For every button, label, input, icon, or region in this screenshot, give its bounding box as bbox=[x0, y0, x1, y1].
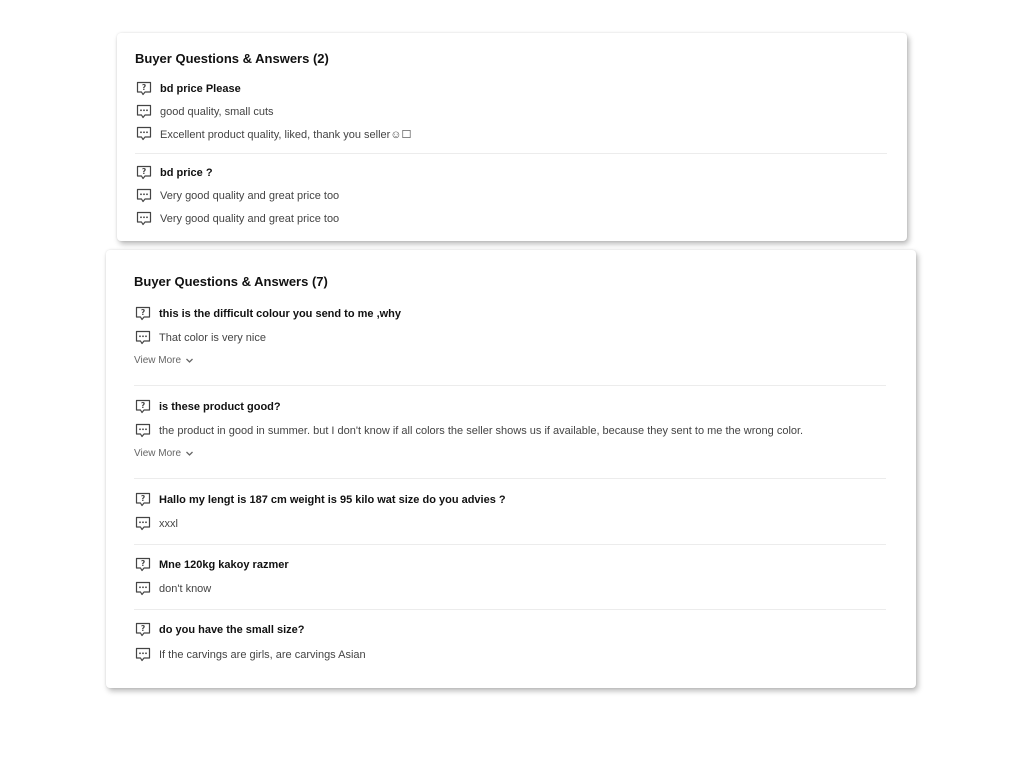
svg-text:?: ? bbox=[141, 401, 145, 410]
chevron-down-icon bbox=[185, 356, 194, 365]
answer-row: don't know bbox=[134, 581, 211, 597]
divider bbox=[135, 153, 887, 154]
question-row: ? this is the difficult colour you send … bbox=[134, 306, 401, 322]
svg-text:?: ? bbox=[141, 308, 145, 317]
question-text: bd price ? bbox=[160, 167, 213, 179]
view-more-label: View More bbox=[134, 448, 182, 459]
answer-text: If the carvings are girls, are carvings … bbox=[159, 649, 366, 661]
question-icon: ? bbox=[134, 622, 152, 638]
answer-icon bbox=[134, 647, 152, 663]
divider bbox=[134, 609, 886, 610]
answer-row: xxxl bbox=[134, 516, 178, 532]
question-icon: ? bbox=[134, 306, 152, 322]
answer-text: don't know bbox=[159, 583, 212, 595]
question-icon: ? bbox=[134, 492, 152, 508]
answer-row: Very good quality and great price too bbox=[135, 188, 339, 204]
question-text: this is the difficult colour you send to… bbox=[159, 308, 402, 320]
question-icon: ? bbox=[134, 557, 152, 573]
question-row: ? do you have the small size? bbox=[134, 622, 305, 638]
chevron-down-icon bbox=[185, 449, 194, 458]
answer-text: good quality, small cuts bbox=[160, 106, 274, 118]
answer-icon bbox=[134, 581, 152, 597]
svg-text:?: ? bbox=[141, 559, 145, 568]
qa-card-title: Buyer Questions & Answers (2) bbox=[135, 51, 329, 66]
answer-icon bbox=[135, 104, 153, 120]
view-more-label: View More bbox=[134, 355, 182, 366]
qa-card-title: Buyer Questions & Answers (7) bbox=[134, 274, 328, 289]
question-icon: ? bbox=[135, 81, 153, 97]
answer-text: xxxl bbox=[159, 518, 178, 530]
answer-row: Very good quality and great price too bbox=[135, 211, 339, 227]
question-text: bd price Please bbox=[160, 83, 241, 95]
qa-card-2: Buyer Questions & Answers (7) ? this is … bbox=[106, 250, 916, 688]
question-icon: ? bbox=[134, 399, 152, 415]
qa-card-1: Buyer Questions & Answers (2) ? bd price… bbox=[117, 33, 907, 241]
svg-text:?: ? bbox=[142, 167, 146, 176]
answer-row: Excellent product quality, liked, thank … bbox=[135, 126, 411, 142]
question-row: ? bd price Please bbox=[135, 81, 241, 97]
question-row: ? bd price ? bbox=[135, 165, 213, 181]
question-text: is these product good? bbox=[159, 401, 281, 413]
answer-row: good quality, small cuts bbox=[135, 104, 274, 120]
answer-row: If the carvings are girls, are carvings … bbox=[134, 647, 366, 663]
question-row: ? Mne 120kg kakoy razmer bbox=[134, 557, 289, 573]
answer-icon bbox=[135, 211, 153, 227]
svg-text:?: ? bbox=[141, 624, 145, 633]
answer-icon bbox=[134, 330, 152, 346]
view-more-link[interactable]: View More bbox=[134, 448, 194, 459]
answer-icon bbox=[135, 126, 153, 142]
question-row: ? Hallo my lengt is 187 cm weight is 95 … bbox=[134, 492, 506, 508]
answer-row: That color is very nice bbox=[134, 330, 266, 346]
question-text: Mne 120kg kakoy razmer bbox=[159, 559, 289, 571]
svg-text:?: ? bbox=[141, 494, 145, 503]
divider bbox=[134, 478, 886, 479]
answer-text: Very good quality and great price too bbox=[160, 213, 340, 225]
answer-text: That color is very nice bbox=[159, 332, 266, 344]
question-row: ? is these product good? bbox=[134, 399, 281, 415]
divider bbox=[134, 544, 886, 545]
view-more-link[interactable]: View More bbox=[134, 355, 194, 366]
divider bbox=[134, 385, 886, 386]
question-text: Hallo my lengt is 187 cm weight is 95 ki… bbox=[159, 494, 506, 506]
answer-icon bbox=[134, 516, 152, 532]
answer-row: the product in good in summer. but I don… bbox=[134, 423, 803, 439]
answer-text: the product in good in summer. but I don… bbox=[159, 425, 804, 437]
answer-icon bbox=[134, 423, 152, 439]
answer-text: Very good quality and great price too bbox=[160, 190, 340, 202]
question-icon: ? bbox=[135, 165, 153, 181]
answer-text: Excellent product quality, liked, thank … bbox=[160, 128, 412, 141]
svg-text:?: ? bbox=[142, 83, 146, 92]
question-text: do you have the small size? bbox=[159, 624, 305, 636]
answer-icon bbox=[135, 188, 153, 204]
